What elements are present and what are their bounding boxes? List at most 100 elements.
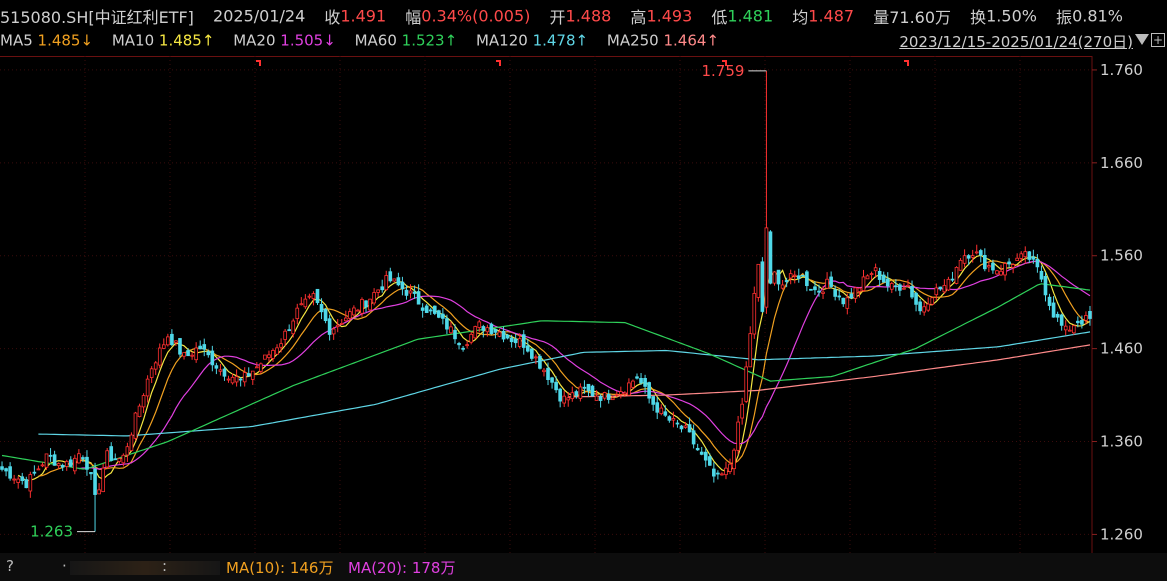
candle-body	[558, 388, 562, 402]
candle	[598, 394, 603, 408]
candle	[728, 458, 732, 475]
candle	[441, 308, 445, 325]
candle-body	[489, 323, 494, 335]
candle	[198, 340, 203, 350]
candle-body	[64, 460, 69, 467]
ma120-label[interactable]: MA120	[476, 32, 528, 50]
candle-body	[1071, 325, 1076, 334]
candle	[432, 305, 437, 316]
candle-body	[299, 303, 304, 306]
help-icon[interactable]: ?	[6, 557, 14, 575]
candle	[97, 483, 101, 495]
candle	[109, 442, 114, 462]
candle-body	[699, 451, 704, 455]
candle	[259, 362, 263, 374]
candle	[315, 288, 320, 306]
ma5-value: 1.485↓	[37, 31, 94, 50]
candle	[194, 342, 198, 363]
candle	[974, 244, 979, 255]
candle	[659, 404, 664, 416]
ma5-label[interactable]: MA5	[0, 32, 33, 50]
candle	[93, 462, 97, 532]
candle	[105, 447, 109, 470]
candle	[1015, 253, 1019, 261]
candle	[877, 267, 882, 287]
ma60-value: 1.523↑	[401, 31, 458, 50]
candle	[73, 454, 77, 475]
candle-body	[32, 471, 37, 474]
candle-body	[833, 289, 837, 297]
candle	[1067, 325, 1072, 332]
candle-body	[655, 402, 660, 413]
candle-body	[497, 331, 502, 337]
candle	[356, 308, 360, 312]
candle-body	[906, 284, 910, 287]
footer-colon: :	[162, 557, 168, 575]
candle	[732, 448, 736, 476]
candle-body	[619, 391, 623, 395]
candle	[489, 322, 494, 335]
candle-body	[178, 338, 182, 355]
candle-body	[202, 344, 207, 350]
kline-chart[interactable]: 1.760 1.660 1.560 1.460 1.360 1.260 1.759 1.26…	[0, 56, 1167, 553]
low-value: 1.481	[727, 6, 774, 26]
candle	[695, 443, 700, 451]
candle-body	[873, 267, 878, 272]
ma10-label[interactable]: MA10	[112, 32, 154, 50]
candle-body	[416, 291, 421, 305]
candle-body	[153, 362, 158, 370]
candle-body	[89, 472, 93, 475]
candle-body	[910, 286, 914, 298]
candle-body	[105, 450, 109, 468]
security-code[interactable]: 515080.SH[中证红利ETF]	[0, 8, 194, 27]
candle-body	[242, 372, 247, 383]
ma250-value: 1.464↑	[663, 31, 720, 50]
candle-body	[461, 347, 465, 350]
ma60-line	[1, 283, 1091, 470]
candle	[639, 373, 643, 385]
candle	[125, 442, 130, 462]
candle	[242, 367, 247, 387]
close-value: 1.491	[340, 6, 387, 26]
candle	[1003, 261, 1007, 281]
candle	[954, 266, 959, 285]
candle-body	[1039, 270, 1044, 280]
candle	[473, 325, 478, 340]
ma20-value: 1.505↓	[280, 31, 336, 50]
ma20-label[interactable]: MA20	[233, 32, 275, 50]
date-range-selector[interactable]: 2023/12/15-2025/01/24(270日)	[899, 31, 1133, 52]
ma60-label[interactable]: MA60	[355, 32, 397, 50]
candle-body	[432, 305, 437, 314]
candle	[724, 461, 728, 480]
candle	[558, 387, 562, 408]
candle-body	[691, 430, 696, 445]
candle	[392, 278, 397, 282]
candle-body	[319, 303, 324, 313]
candle	[772, 271, 777, 286]
ma10-value: 1.485↑	[158, 31, 215, 50]
candle	[222, 366, 227, 381]
dropdown-triangle-icon[interactable]	[1135, 34, 1149, 45]
candle-body	[756, 263, 761, 298]
volume-label: 量	[873, 8, 890, 27]
candle-body	[0, 466, 4, 470]
candle-body	[991, 262, 995, 271]
candle	[20, 472, 25, 485]
candle-body	[380, 286, 385, 291]
volume-ma20: MA(20): 178万	[348, 559, 456, 577]
candle-body	[428, 309, 433, 312]
candle	[712, 462, 716, 483]
candle-body	[311, 293, 316, 299]
candle-body	[368, 298, 372, 311]
candle	[752, 286, 757, 339]
candle	[538, 354, 542, 370]
candle	[202, 338, 207, 357]
candle-body	[303, 298, 308, 308]
candle-body	[161, 344, 166, 349]
candle	[1027, 251, 1032, 263]
ma250-label[interactable]: MA250	[607, 32, 659, 50]
candle-body	[788, 273, 793, 279]
candle-body	[85, 456, 89, 470]
candle-body	[166, 336, 170, 346]
expand-plus-icon[interactable]: +	[1151, 33, 1165, 47]
